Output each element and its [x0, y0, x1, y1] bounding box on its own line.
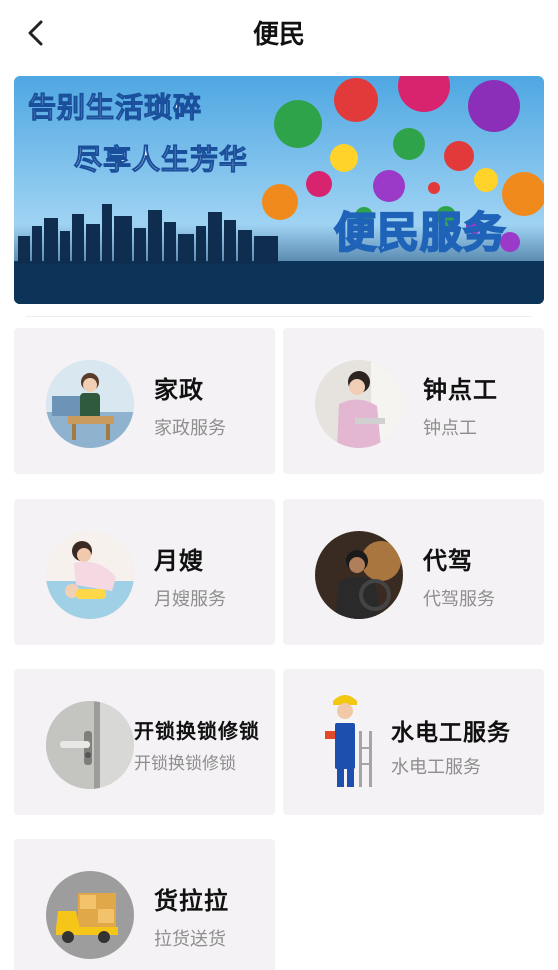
service-name: 货拉拉 [154, 887, 229, 915]
service-name: 水电工服务 [391, 720, 511, 746]
banner-tagline-1: 告别生活琐碎 [27, 91, 203, 125]
banner-tagline-2: 尽享人生芳华 [73, 143, 249, 177]
service-name: 代驾 [423, 547, 473, 575]
service-card-locksmith[interactable]: 开锁换锁修锁 开锁换锁修锁 [14, 669, 275, 815]
top-bar: 便民 [0, 0, 558, 66]
service-name: 钟点工 [423, 376, 498, 404]
divider [26, 316, 532, 317]
locksmith-avatar [46, 701, 134, 789]
hourly-worker-avatar [315, 360, 403, 448]
housekeeping-avatar [46, 360, 134, 448]
freight-avatar [46, 871, 134, 959]
service-card-hourly-worker[interactable]: 钟点工 钟点工 [283, 328, 544, 474]
service-card-housekeeping[interactable]: 家政 家政服务 [14, 328, 275, 474]
promo-banner[interactable]: 告别生活琐碎 尽享人生芳华 便民服务 [14, 76, 544, 304]
service-name: 开锁换锁修锁 [134, 719, 260, 743]
banner-headline: 便民服务 [333, 207, 506, 258]
service-name: 家政 [154, 376, 204, 404]
electrician-avatar [311, 691, 381, 791]
service-desc: 开锁换锁修锁 [134, 754, 236, 774]
service-name: 月嫂 [154, 547, 204, 575]
maternity-nurse-avatar [46, 531, 134, 619]
designated-driver-avatar [315, 531, 403, 619]
service-card-freight[interactable]: 货拉拉 拉货送货 [14, 839, 275, 970]
service-desc: 代驾服务 [423, 589, 495, 610]
service-desc: 水电工服务 [391, 757, 481, 778]
service-card-maternity-nurse[interactable]: 月嫂 月嫂服务 [14, 499, 275, 645]
service-desc: 拉货送货 [154, 929, 226, 950]
service-desc: 钟点工 [423, 418, 477, 439]
service-desc: 月嫂服务 [154, 589, 226, 610]
page-title: 便民 [252, 20, 305, 50]
service-desc: 家政服务 [154, 418, 226, 439]
service-card-electrician[interactable]: 水电工服务 水电工服务 [283, 669, 544, 815]
service-card-designated-driver[interactable]: 代驾 代驾服务 [283, 499, 544, 645]
